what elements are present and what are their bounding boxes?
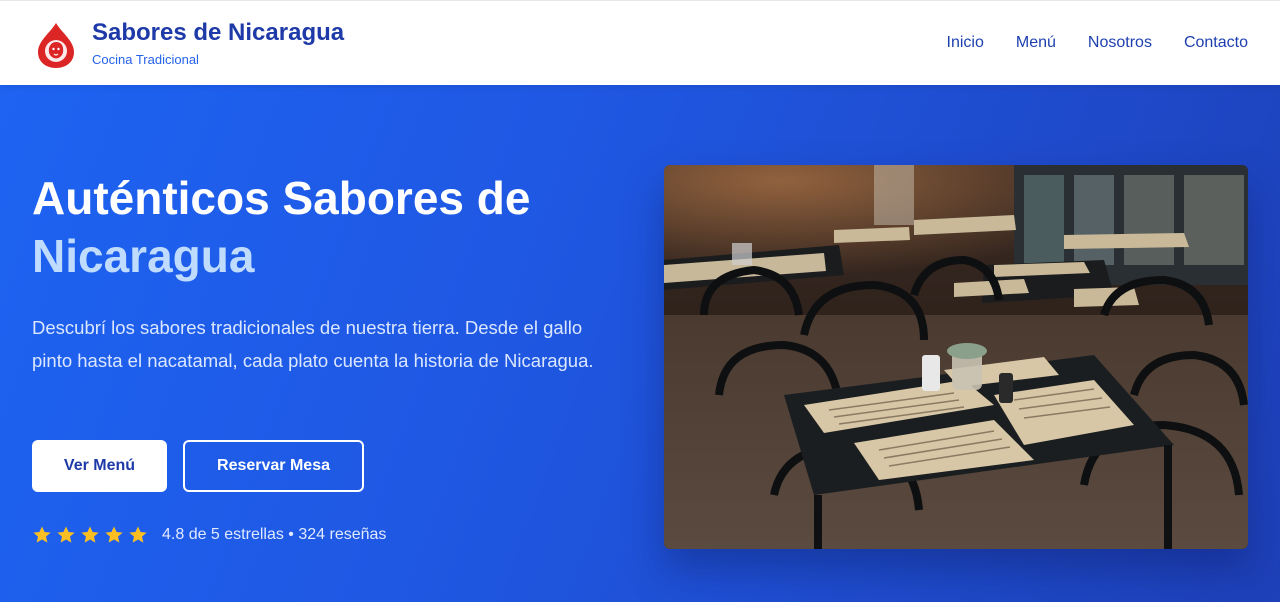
- restaurant-interior-photo: [664, 165, 1248, 549]
- main-nav: Inicio Menú Nosotros Contacto: [947, 33, 1248, 53]
- hero-title: Auténticos Sabores de Nicaragua: [32, 169, 632, 285]
- rating-stars: [32, 525, 148, 545]
- lion-drop-icon: [38, 23, 74, 68]
- star-icon: [57, 526, 75, 543]
- hero-section: Auténticos Sabores de Nicaragua Descubrí…: [0, 85, 1280, 602]
- brand[interactable]: Sabores de Nicaragua Cocina Tradicional: [36, 19, 344, 69]
- brand-title: Sabores de Nicaragua: [92, 19, 345, 46]
- nav-link-contacto[interactable]: Contacto: [1184, 33, 1248, 53]
- hero-title-line1: Auténticos Sabores de: [32, 172, 531, 224]
- reserve-table-button[interactable]: Reservar Mesa: [183, 440, 364, 492]
- star-icon: [129, 526, 147, 543]
- hero-title-line2: Nicaragua: [32, 230, 255, 282]
- hero-description: Descubrí los sabores tradicionales de nu…: [32, 317, 594, 371]
- star-icon: [81, 526, 99, 543]
- brand-subtitle: Cocina Tradicional: [92, 52, 199, 67]
- rating: 4.8 de 5 estrellas • 324 reseñas: [32, 525, 386, 545]
- nav-link-inicio[interactable]: Inicio: [947, 33, 984, 53]
- star-icon: [33, 526, 51, 543]
- nav-link-menu[interactable]: Menú: [1016, 33, 1056, 53]
- rating-text: 4.8 de 5 estrellas • 324 reseñas: [162, 526, 387, 543]
- nav-link-nosotros[interactable]: Nosotros: [1088, 33, 1152, 53]
- site-header: Sabores de Nicaragua Cocina Tradicional …: [0, 0, 1280, 85]
- view-menu-button[interactable]: Ver Menú: [32, 440, 167, 492]
- star-icon: [105, 526, 123, 543]
